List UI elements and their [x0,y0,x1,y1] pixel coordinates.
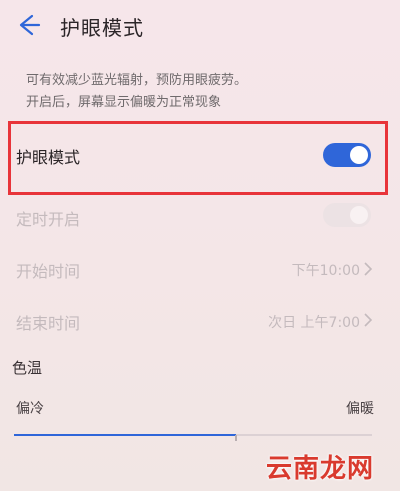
description-line-1: 可有效减少蓝光辐射，预防用眼疲劳。 [26,73,248,88]
arrow-left-icon[interactable] [12,9,44,41]
eye-comfort-settings-screen: 护眼模式 可有效减少蓝光辐射，预防用眼疲劳。 开启后，屏幕显示偏暖为正常现象 护… [0,0,400,491]
end-time-value[interactable]: 次日 上午7:00 [268,312,360,332]
eye-comfort-label: 护眼模式 [16,148,81,167]
description-line-2: 开启后，屏幕显示偏暖为正常现象 [26,95,222,110]
toggle-knob [350,206,368,224]
start-time-value[interactable]: 下午10:00 [292,260,360,280]
feature-description: 可有效减少蓝光辐射，预防用眼疲劳。 开启后，屏幕显示偏暖为正常现象 [26,70,376,114]
start-time-label: 开始时间 [16,262,81,281]
color-temperature-slider[interactable] [14,430,372,442]
scheduled-toggle[interactable] [323,203,371,227]
slider-min-label: 偏冷 [16,401,44,417]
chevron-right-icon [364,262,373,276]
eye-comfort-toggle[interactable] [323,143,371,167]
end-time-label: 结束时间 [16,314,81,333]
color-temperature-title: 色温 [12,359,43,377]
slider-max-label: 偏暖 [346,401,374,417]
slider-fill [14,434,236,436]
toggle-knob [350,146,368,164]
chevron-right-icon [364,313,373,327]
page-title: 护眼模式 [60,16,144,40]
watermark-logo: 云南龙网 [266,454,375,484]
scheduled-label: 定时开启 [16,210,81,229]
slider-thumb[interactable] [235,435,237,441]
header-bar: 护眼模式 [0,0,400,50]
